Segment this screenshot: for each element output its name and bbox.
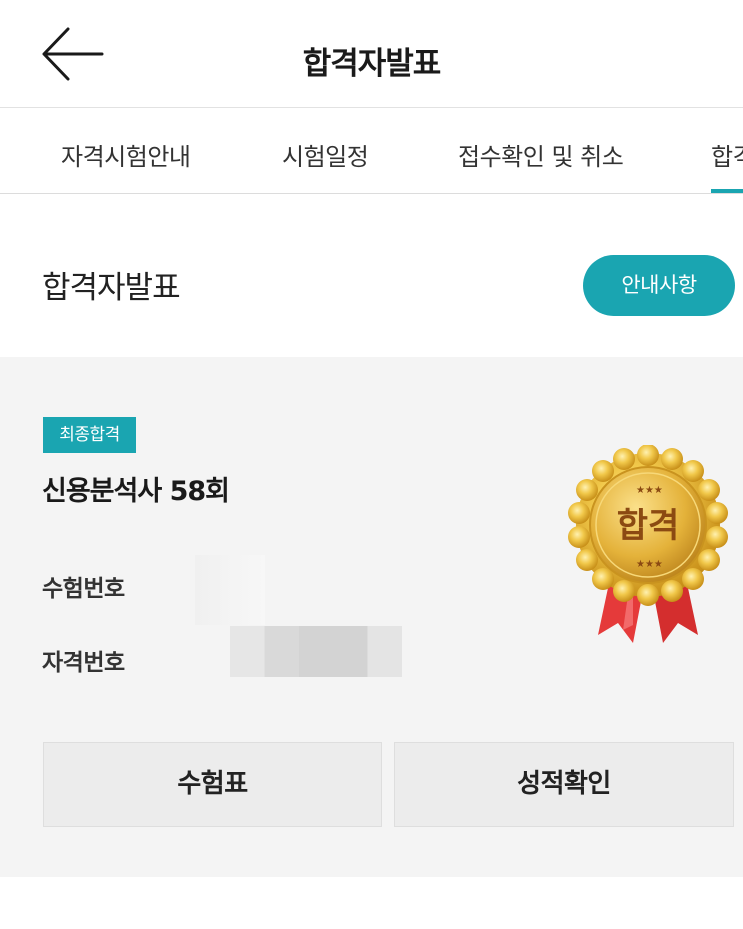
result-card: 최종합격 신용분석사 58회 수험번호 자격번호 ★★★ ★★★ 합격 수험표 … [0,357,743,877]
tab-pass-announcement[interactable]: 합격 [711,137,743,172]
section-title: 합격자발표 [42,270,181,306]
app-header: 합격자발표 [0,0,743,108]
score-check-button[interactable]: 성적확인 [394,742,734,827]
tab-exam-schedule[interactable]: 시험일정 [282,137,369,172]
exam-number-value-redacted [195,555,265,625]
page-title: 합격자발표 [302,46,442,82]
active-tab-indicator [711,189,743,193]
certificate-number-value-redacted [230,626,402,677]
exam-number-label: 수험번호 [42,576,125,602]
svg-text:★★★: ★★★ [636,485,663,496]
tab-exam-guide[interactable]: 자격시험안내 [61,137,191,172]
tab-bar: 자격시험안내 시험일정 접수확인 및 취소 합격 [0,109,743,194]
svg-text:★★★: ★★★ [636,559,663,570]
notice-button[interactable]: 안내사항 [583,255,735,316]
status-badge: 최종합격 [43,417,136,453]
admission-ticket-button[interactable]: 수험표 [43,742,382,827]
exam-title: 신용분석사 58회 [42,476,230,507]
tab-registration-check[interactable]: 접수확인 및 취소 [458,137,624,172]
certificate-number-label: 자격번호 [42,650,125,676]
medal-text: 합격 [617,506,680,546]
pass-medal-icon: ★★★ ★★★ 합격 [563,444,733,660]
